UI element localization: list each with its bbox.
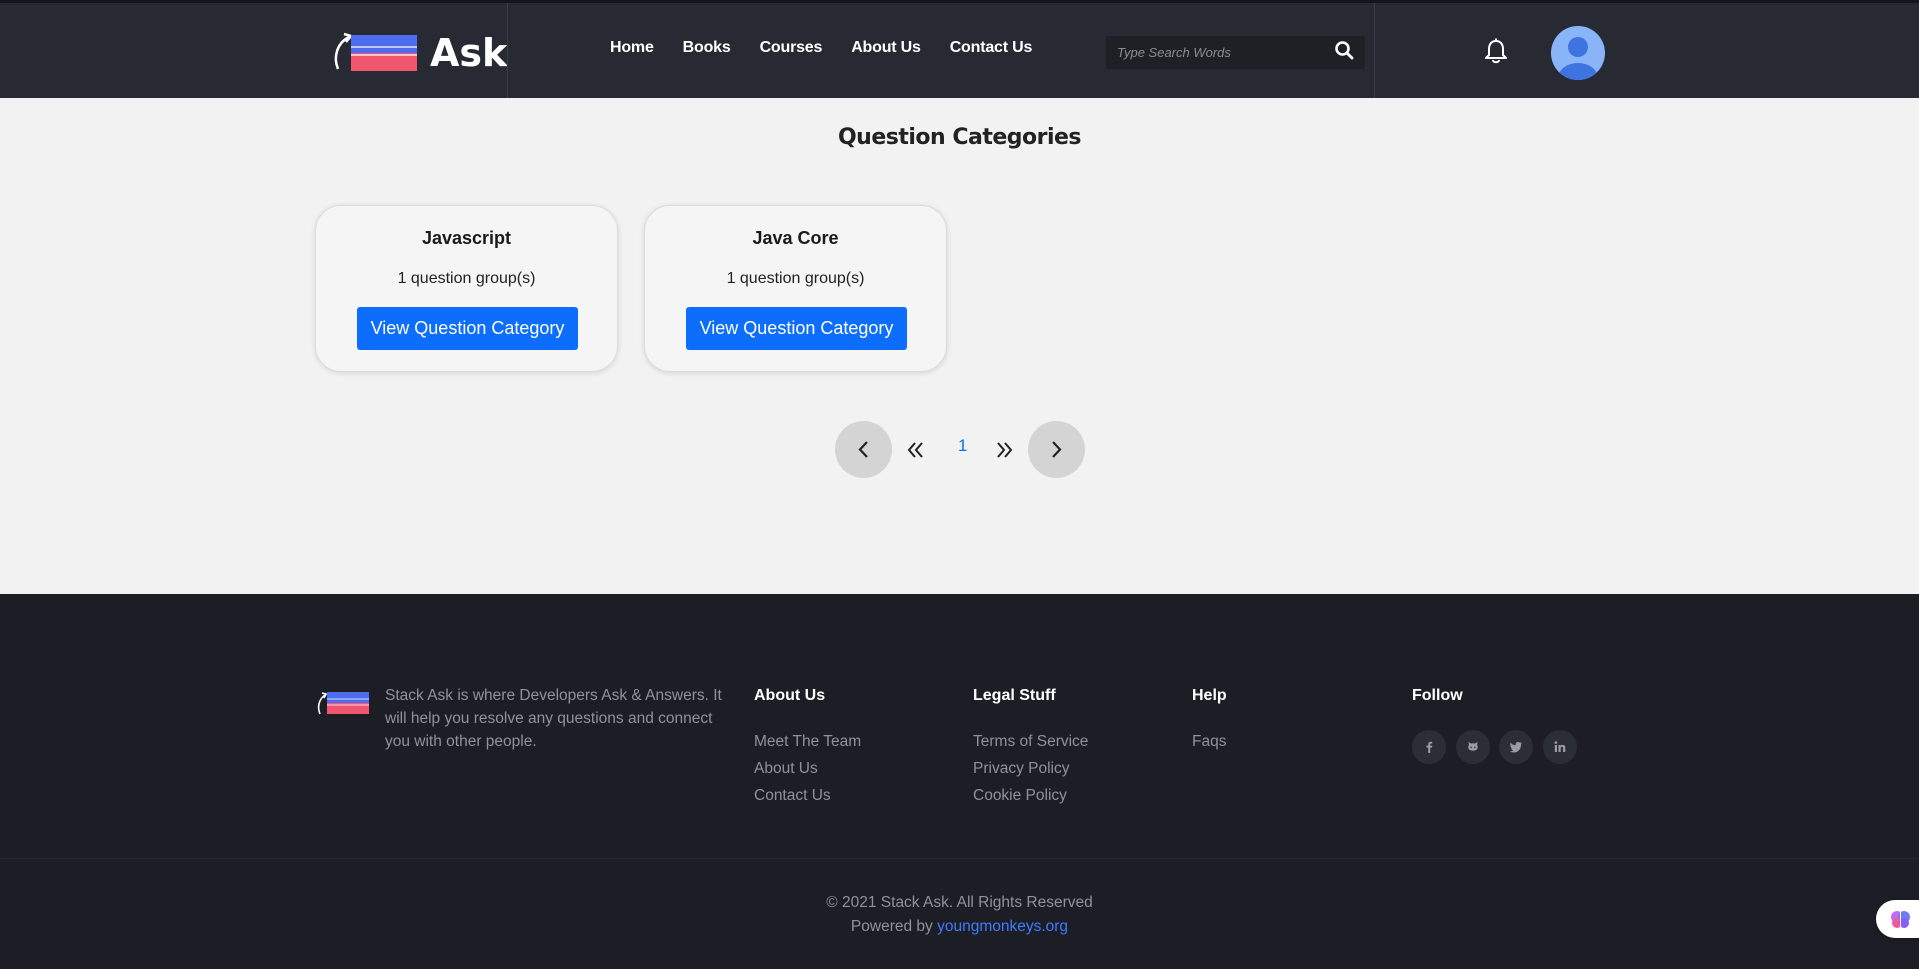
bell-icon[interactable]: [1483, 37, 1509, 65]
chevron-left-icon: [858, 441, 868, 458]
header-divider: [507, 3, 508, 98]
main-nav: Home Books Courses About Us Contact Us: [610, 39, 1061, 57]
site-footer: [0, 594, 1919, 969]
powered-by: Powered by youngmonkeys.org: [0, 918, 1919, 936]
top-header: Ask Home Books Courses About Us Contact …: [0, 0, 1919, 98]
copyright-text: © 2021 Stack Ask. All Rights Reserved: [826, 894, 1093, 911]
first-page-icon[interactable]: [905, 439, 927, 461]
user-avatar[interactable]: [1551, 26, 1605, 80]
site-logo[interactable]: Ask: [329, 29, 507, 77]
header-divider: [1374, 3, 1375, 98]
footer-link-contact-us[interactable]: Contact Us: [754, 787, 831, 805]
search-box: [1106, 36, 1365, 69]
nav-contact-us[interactable]: Contact Us: [950, 39, 1033, 57]
linkedin-icon: [1554, 741, 1566, 752]
current-page-number[interactable]: 1: [958, 436, 967, 456]
footer-link-meet-the-team[interactable]: Meet The Team: [754, 733, 861, 751]
view-question-category-button[interactable]: View Question Category: [686, 307, 907, 350]
footer-heading-follow: Follow: [1412, 687, 1463, 704]
footer-heading-about: About Us: [754, 687, 826, 704]
view-question-category-button[interactable]: View Question Category: [357, 307, 578, 350]
prev-page-button[interactable]: [835, 421, 892, 478]
powered-by-link[interactable]: youngmonkeys.org: [937, 918, 1068, 935]
nav-books[interactable]: Books: [683, 39, 731, 57]
twitter-icon: [1509, 742, 1522, 753]
footer-link-cookie[interactable]: Cookie Policy: [973, 787, 1067, 805]
footer-heading-help: Help: [1192, 687, 1227, 704]
footer-link-terms[interactable]: Terms of Service: [973, 733, 1088, 751]
page-title: Question Categories: [837, 125, 1082, 150]
category-count: 1 question group(s): [397, 270, 536, 287]
search-input[interactable]: [1106, 36, 1326, 69]
github-button[interactable]: [1456, 730, 1490, 764]
next-page-button[interactable]: [1028, 421, 1085, 478]
footer-logo-icon[interactable]: [314, 689, 370, 717]
footer-link-faqs[interactable]: Faqs: [1192, 733, 1226, 751]
logo-text: Ask: [430, 31, 508, 75]
github-icon: [1468, 742, 1478, 751]
nav-home[interactable]: Home: [610, 39, 654, 57]
nav-courses[interactable]: Courses: [760, 39, 823, 57]
powered-by-prefix: Powered by: [850, 918, 933, 935]
search-icon[interactable]: [1334, 40, 1354, 60]
category-card: Java Core 1 question group(s) View Quest…: [644, 205, 947, 372]
floating-widget-button[interactable]: [1876, 900, 1919, 938]
linkedin-button[interactable]: [1543, 730, 1577, 764]
category-card: Javascript 1 question group(s) View Ques…: [315, 205, 618, 372]
brain-icon: [1891, 911, 1910, 928]
footer-link-privacy[interactable]: Privacy Policy: [973, 760, 1069, 778]
user-avatar-icon: [1558, 37, 1598, 80]
facebook-button[interactable]: [1412, 730, 1446, 764]
footer-heading-legal: Legal Stuff: [973, 687, 1056, 704]
footer-divider: [0, 858, 1919, 859]
last-page-icon[interactable]: [993, 439, 1015, 461]
category-count: 1 question group(s): [726, 270, 865, 287]
category-name: Javascript: [421, 228, 512, 248]
nav-about-us[interactable]: About Us: [851, 39, 921, 57]
facebook-icon: [1426, 741, 1433, 753]
logo-mark-icon: [334, 32, 417, 71]
twitter-button[interactable]: [1499, 730, 1533, 764]
chevron-right-icon: [1052, 441, 1062, 458]
footer-link-about-us[interactable]: About Us: [754, 760, 818, 778]
footer-description: Stack Ask is where Developers Ask & Answ…: [385, 687, 722, 750]
category-name: Java Core: [752, 228, 839, 248]
